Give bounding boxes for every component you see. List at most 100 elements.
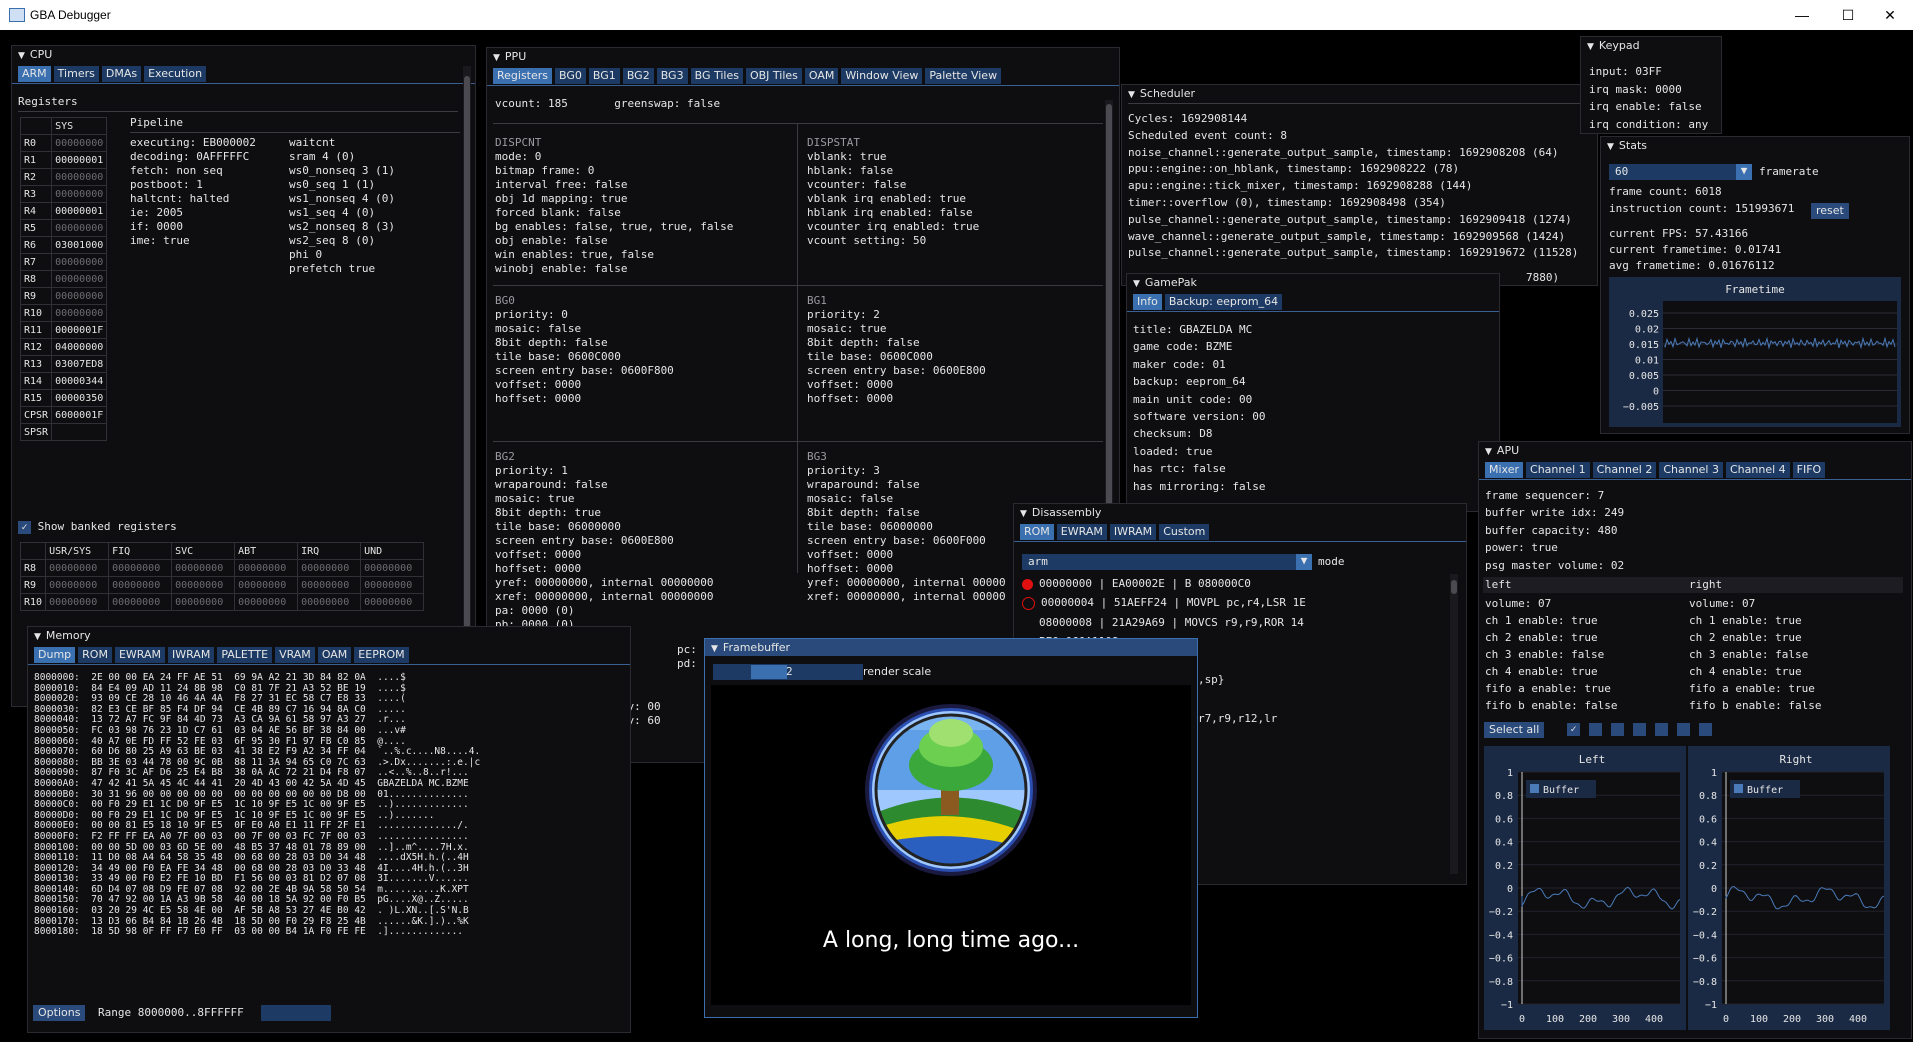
memory-hex[interactable]: 00 00 81 E5 18 10 9F E5 0F E0 A0 E1 11 F… xyxy=(91,820,366,832)
collapse-arrow-icon[interactable]: ▼ xyxy=(34,629,41,646)
register-value[interactable]: 00000001 xyxy=(51,202,108,220)
ppu-tab-palette-view[interactable]: Palette View xyxy=(925,68,1002,84)
register-value[interactable]: 00000000 xyxy=(51,134,108,152)
memory-tab-rom[interactable]: ROM xyxy=(78,647,112,663)
apu-tab-channel-4[interactable]: Channel 4 xyxy=(1725,462,1790,478)
ppu-tab-window-view[interactable]: Window View xyxy=(841,68,923,84)
gamepak-tab-info[interactable]: Info xyxy=(1133,294,1162,310)
memory-hex[interactable]: 03 20 29 4C E5 58 4E 00 AF 5B A8 53 27 4… xyxy=(91,905,366,916)
ppu-tab-bg3[interactable]: BG3 xyxy=(656,68,688,84)
register-value[interactable]: 00000350 xyxy=(51,389,108,407)
cpu-scrollbar[interactable] xyxy=(463,66,471,686)
register-value[interactable]: 00000000 xyxy=(51,219,108,237)
scheduler-window-header[interactable]: ▼ Scheduler xyxy=(1122,85,1597,102)
breakpoint-icon[interactable] xyxy=(1022,578,1033,590)
apu-window-header[interactable]: ▼ APU xyxy=(1479,442,1911,459)
render-scale-slider[interactable]: 2 xyxy=(713,664,863,680)
banked-reg-value[interactable]: 00000000 xyxy=(108,559,173,577)
disassembly-line[interactable]: 00000000 | EA00002E | B 080000C0 xyxy=(1022,574,1452,593)
collapse-arrow-icon[interactable]: ▼ xyxy=(1020,506,1027,523)
register-value[interactable]: 03007ED8 xyxy=(51,355,108,373)
apu-tab-channel-2[interactable]: Channel 2 xyxy=(1592,462,1657,478)
banked-reg-value[interactable]: 00000000 xyxy=(297,593,362,611)
register-value[interactable]: 03001000 xyxy=(51,236,108,254)
ppu-tab-oam[interactable]: OAM xyxy=(804,68,839,84)
channel-checkbox[interactable] xyxy=(1589,722,1602,736)
memory-hex[interactable]: 00 F0 29 E1 1C D0 9F E5 1C 10 9F E5 1C 0… xyxy=(91,799,366,810)
collapse-arrow-icon[interactable]: ▼ xyxy=(1133,276,1140,293)
cpu-tab-execution[interactable]: Execution xyxy=(144,66,207,82)
memory-hex[interactable]: 70 47 92 00 1A A3 9B 58 40 00 18 5A 92 0… xyxy=(91,894,366,906)
disassembly-tab-custom[interactable]: Custom xyxy=(1159,524,1210,540)
memory-hex[interactable]: 6D D4 07 08 D9 FE 07 08 92 00 2E 4B 9A 5… xyxy=(91,884,366,895)
register-value[interactable]: 00000000 xyxy=(51,304,108,322)
show-banked-checkbox[interactable]: ✓ xyxy=(18,520,31,534)
banked-reg-value[interactable]: 00000000 xyxy=(297,576,362,594)
banked-reg-value[interactable]: 00000000 xyxy=(108,593,173,611)
render-scale-grab[interactable] xyxy=(751,665,787,679)
channel-checkbox[interactable] xyxy=(1677,722,1690,736)
register-value[interactable]: 00000000 xyxy=(51,253,108,271)
memory-hex[interactable]: 13 72 A7 FC 9F 84 4D 73 A3 CA 9A 61 58 9… xyxy=(91,714,366,726)
mode-select[interactable]: arm ▼ xyxy=(1022,554,1312,570)
memory-hex[interactable]: 2E 00 00 EA 24 FF AE 51 69 9A A2 21 3D 8… xyxy=(91,672,366,683)
reset-button[interactable]: reset xyxy=(1811,203,1849,219)
chevron-down-icon[interactable]: ▼ xyxy=(1296,554,1312,570)
banked-reg-value[interactable]: 00000000 xyxy=(171,593,236,611)
ppu-tab-bg-tiles[interactable]: BG Tiles xyxy=(690,68,743,84)
cpu-tab-timers[interactable]: Timers xyxy=(53,66,99,82)
range-input[interactable] xyxy=(261,1005,331,1021)
banked-reg-value[interactable]: 00000000 xyxy=(297,559,362,577)
gamepak-tab-backup-eeprom-64[interactable]: Backup: eeprom_64 xyxy=(1164,294,1283,310)
memory-hex[interactable]: F2 FF FF EA A0 7F 00 03 00 7F 00 03 FC 7… xyxy=(91,831,366,842)
memory-hex[interactable]: 60 D6 80 25 A9 63 BE 03 41 38 E2 F9 A2 3… xyxy=(91,746,366,757)
breakpoint-slot[interactable] xyxy=(1022,617,1033,628)
collapse-arrow-icon[interactable]: ▼ xyxy=(1485,444,1492,461)
banked-reg-value[interactable]: 00000000 xyxy=(108,576,173,594)
banked-reg-value[interactable]: 00000000 xyxy=(45,559,110,577)
apu-tab-channel-3[interactable]: Channel 3 xyxy=(1659,462,1723,478)
collapse-arrow-icon[interactable]: ▼ xyxy=(711,641,718,658)
banked-reg-value[interactable]: 00000000 xyxy=(45,593,110,611)
memory-hex[interactable]: 00 F0 29 E1 1C D0 9F E5 1C 10 9F E5 1C 0… xyxy=(91,810,366,821)
ppu-tab-bg0[interactable]: BG0 xyxy=(555,68,586,84)
minimize-button[interactable]: — xyxy=(1779,0,1825,30)
memory-tab-palette[interactable]: PALETTE xyxy=(217,647,273,663)
disassembly-tab-rom[interactable]: ROM xyxy=(1020,524,1054,540)
breakpoint-empty-icon[interactable] xyxy=(1022,596,1035,610)
gamepak-window-header[interactable]: ▼ GamePak xyxy=(1127,274,1499,291)
show-banked-row[interactable]: ✓ Show banked registers xyxy=(18,520,177,534)
channel-checkbox[interactable] xyxy=(1633,722,1646,736)
collapse-arrow-icon[interactable]: ▼ xyxy=(493,50,500,67)
memory-hex[interactable]: 33 49 00 F0 E2 FE 10 BD F1 56 00 03 81 D… xyxy=(91,873,366,884)
options-button[interactable]: Options xyxy=(33,1005,86,1021)
memory-hex[interactable]: 40 A7 0E FD FF 52 FE 03 6F 95 30 F1 97 F… xyxy=(91,736,366,747)
register-value[interactable]: 00000000 xyxy=(51,287,108,305)
register-value[interactable]: 00000000 xyxy=(51,270,108,288)
memory-hex[interactable]: 30 31 96 00 00 00 00 00 00 00 00 00 00 0… xyxy=(91,789,366,800)
close-button[interactable]: ✕ xyxy=(1867,0,1913,30)
memory-hex[interactable]: 34 49 00 F0 EA FE 34 48 00 68 00 28 03 D… xyxy=(91,863,366,874)
register-value[interactable]: 00000001 xyxy=(51,151,108,169)
memory-tab-iwram[interactable]: IWRAM xyxy=(167,647,215,663)
ppu-tab-registers[interactable]: Registers xyxy=(493,68,553,84)
memory-hex[interactable]: 84 E4 09 AD 11 24 8B 98 C0 81 7F 21 A3 5… xyxy=(91,683,366,694)
register-value[interactable]: 00000000 xyxy=(51,168,108,186)
select-all-button[interactable]: Select all xyxy=(1484,722,1545,738)
memory-tab-dump[interactable]: Dump xyxy=(34,647,76,663)
chevron-down-icon[interactable]: ▼ xyxy=(1736,164,1752,180)
memory-hex[interactable]: 13 D3 06 B4 84 1B 26 4B 18 5D 00 F0 29 F… xyxy=(91,916,366,927)
framebuffer-window-header[interactable]: ▼ Framebuffer xyxy=(705,639,1197,656)
register-value[interactable]: 6000001F xyxy=(51,406,108,424)
collapse-arrow-icon[interactable]: ▼ xyxy=(18,48,25,65)
apu-tab-fifo[interactable]: FIFO xyxy=(1792,462,1826,478)
banked-reg-value[interactable]: 00000000 xyxy=(234,559,299,577)
stats-window-header[interactable]: ▼ Stats xyxy=(1601,137,1909,154)
memory-hex[interactable]: 00 00 5D 00 03 6D 5E 00 48 B5 37 48 01 7… xyxy=(91,842,366,853)
maximize-button[interactable]: ☐ xyxy=(1825,0,1871,30)
cpu-window-header[interactable]: ▼ CPU xyxy=(12,46,475,63)
banked-reg-value[interactable]: 00000000 xyxy=(171,559,236,577)
channel-checkbox[interactable]: ✓ xyxy=(1567,722,1580,736)
memory-hex[interactable]: 18 5D 98 0F FF F7 E0 FF 03 00 00 B4 1A F… xyxy=(91,926,366,937)
banked-reg-value[interactable]: 00000000 xyxy=(234,593,299,611)
